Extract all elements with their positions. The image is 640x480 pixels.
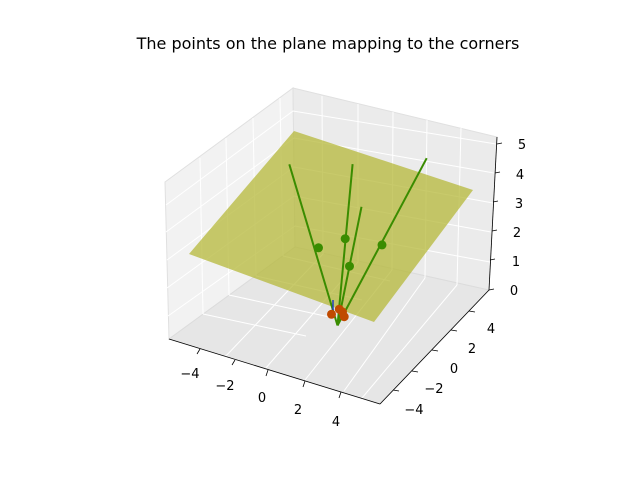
plane-point bbox=[340, 234, 350, 244]
x-tick-label: 0 bbox=[258, 391, 266, 406]
corner-point bbox=[339, 312, 349, 322]
figure-canvas: The points on the plane mapping to the c… bbox=[0, 0, 640, 480]
corner-point bbox=[327, 309, 336, 319]
plane-point bbox=[345, 261, 354, 271]
y-tick-label: 2 bbox=[468, 342, 476, 357]
y-tick-label: 0 bbox=[450, 362, 458, 377]
x-tick-label: −2 bbox=[215, 379, 234, 394]
z-tick-label: 1 bbox=[512, 255, 520, 270]
x-tick-label: 4 bbox=[332, 415, 340, 430]
y-tick-label: −4 bbox=[404, 403, 423, 418]
corner-point bbox=[334, 304, 344, 314]
z-tick-label: 4 bbox=[516, 168, 524, 183]
z-tick-label: 2 bbox=[513, 226, 521, 241]
x-tick-label: 2 bbox=[294, 403, 302, 418]
x-tick-label: −4 bbox=[180, 367, 199, 382]
z-tick-label: 0 bbox=[510, 284, 518, 299]
y-tick-label: 4 bbox=[487, 322, 495, 337]
z-tick-label: 5 bbox=[518, 138, 526, 153]
z-tick-label: 3 bbox=[515, 197, 523, 212]
chart-title: The points on the plane mapping to the c… bbox=[136, 34, 520, 53]
y-tick-label: −2 bbox=[424, 382, 443, 397]
plane-point bbox=[377, 240, 387, 250]
plane-point bbox=[314, 243, 323, 253]
